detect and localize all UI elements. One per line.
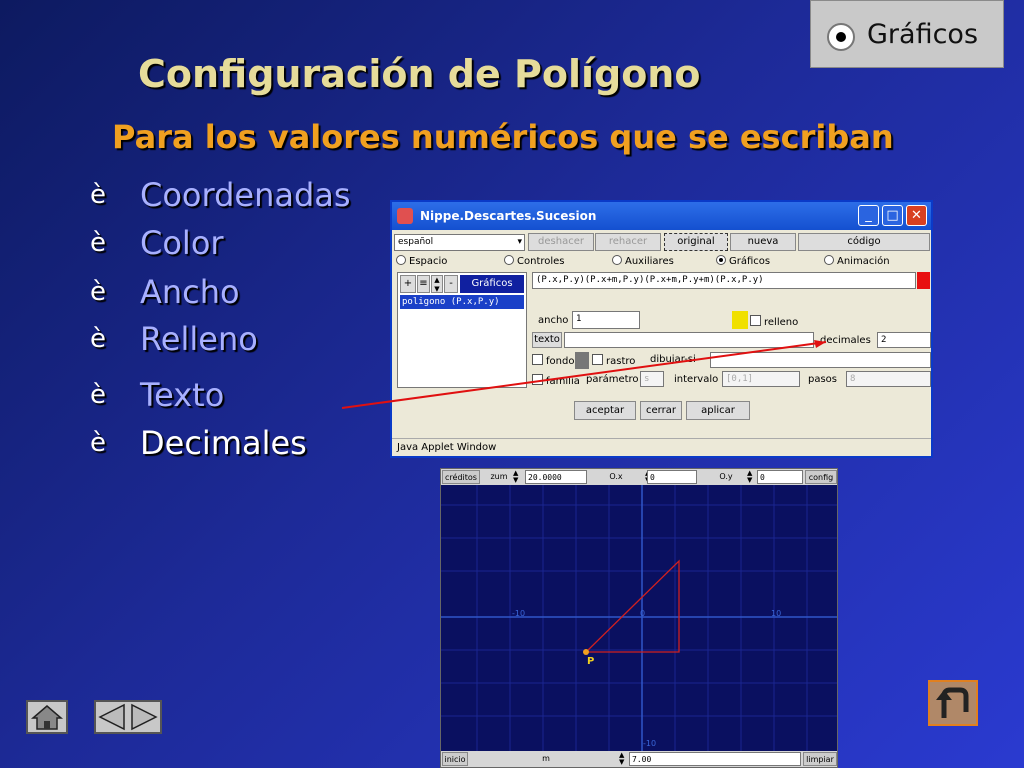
spinner-icon[interactable]: ▲▼ [513, 470, 523, 484]
graph-canvas[interactable] [441, 485, 837, 751]
tick-label-0: 0 [640, 609, 646, 618]
tick-label-10: 10 [771, 609, 782, 618]
next-icon [131, 703, 158, 731]
clear-button[interactable]: limpiar [803, 752, 837, 766]
home-button[interactable] [26, 700, 68, 734]
graph-applet: créditos zum ▲▼ 20.0000 O.x ▲▼ 0 O.y ▲▼ … [440, 468, 838, 768]
spinner-icon[interactable]: ▲▼ [747, 470, 757, 484]
return-button[interactable] [928, 680, 978, 726]
ox-input[interactable]: 0 [647, 470, 697, 484]
spinner-icon[interactable]: ▲▼ [619, 752, 629, 766]
m-label: m [542, 754, 550, 763]
point-label: P [587, 656, 595, 667]
prev-next-icons [98, 703, 158, 731]
zoom-input[interactable]: 20.0000 [525, 470, 587, 484]
tick-label-neg10: -10 [512, 609, 526, 618]
tick-label-neg10-y: -10 [643, 739, 657, 748]
graph-top-bar: créditos zum ▲▼ 20.0000 O.x ▲▼ 0 O.y ▲▼ … [441, 469, 837, 485]
start-button[interactable]: inicio [442, 752, 468, 766]
polygon-shape [584, 559, 680, 653]
zoom-label: zum [490, 472, 508, 481]
credits-button[interactable]: créditos [442, 470, 480, 484]
config-button[interactable]: config [805, 470, 837, 484]
home-icon [30, 705, 64, 730]
point-p [583, 649, 589, 655]
ox-label: O.x [609, 472, 623, 481]
prev-icon [98, 703, 125, 731]
oy-input[interactable]: 0 [757, 470, 803, 484]
return-arrow-icon [936, 687, 969, 718]
graph-bottom-bar: inicio m ▲ ▼ 7.00 limpiar [441, 751, 837, 767]
prev-next-buttons [94, 700, 162, 734]
m-input[interactable]: 7.00 [629, 752, 801, 766]
